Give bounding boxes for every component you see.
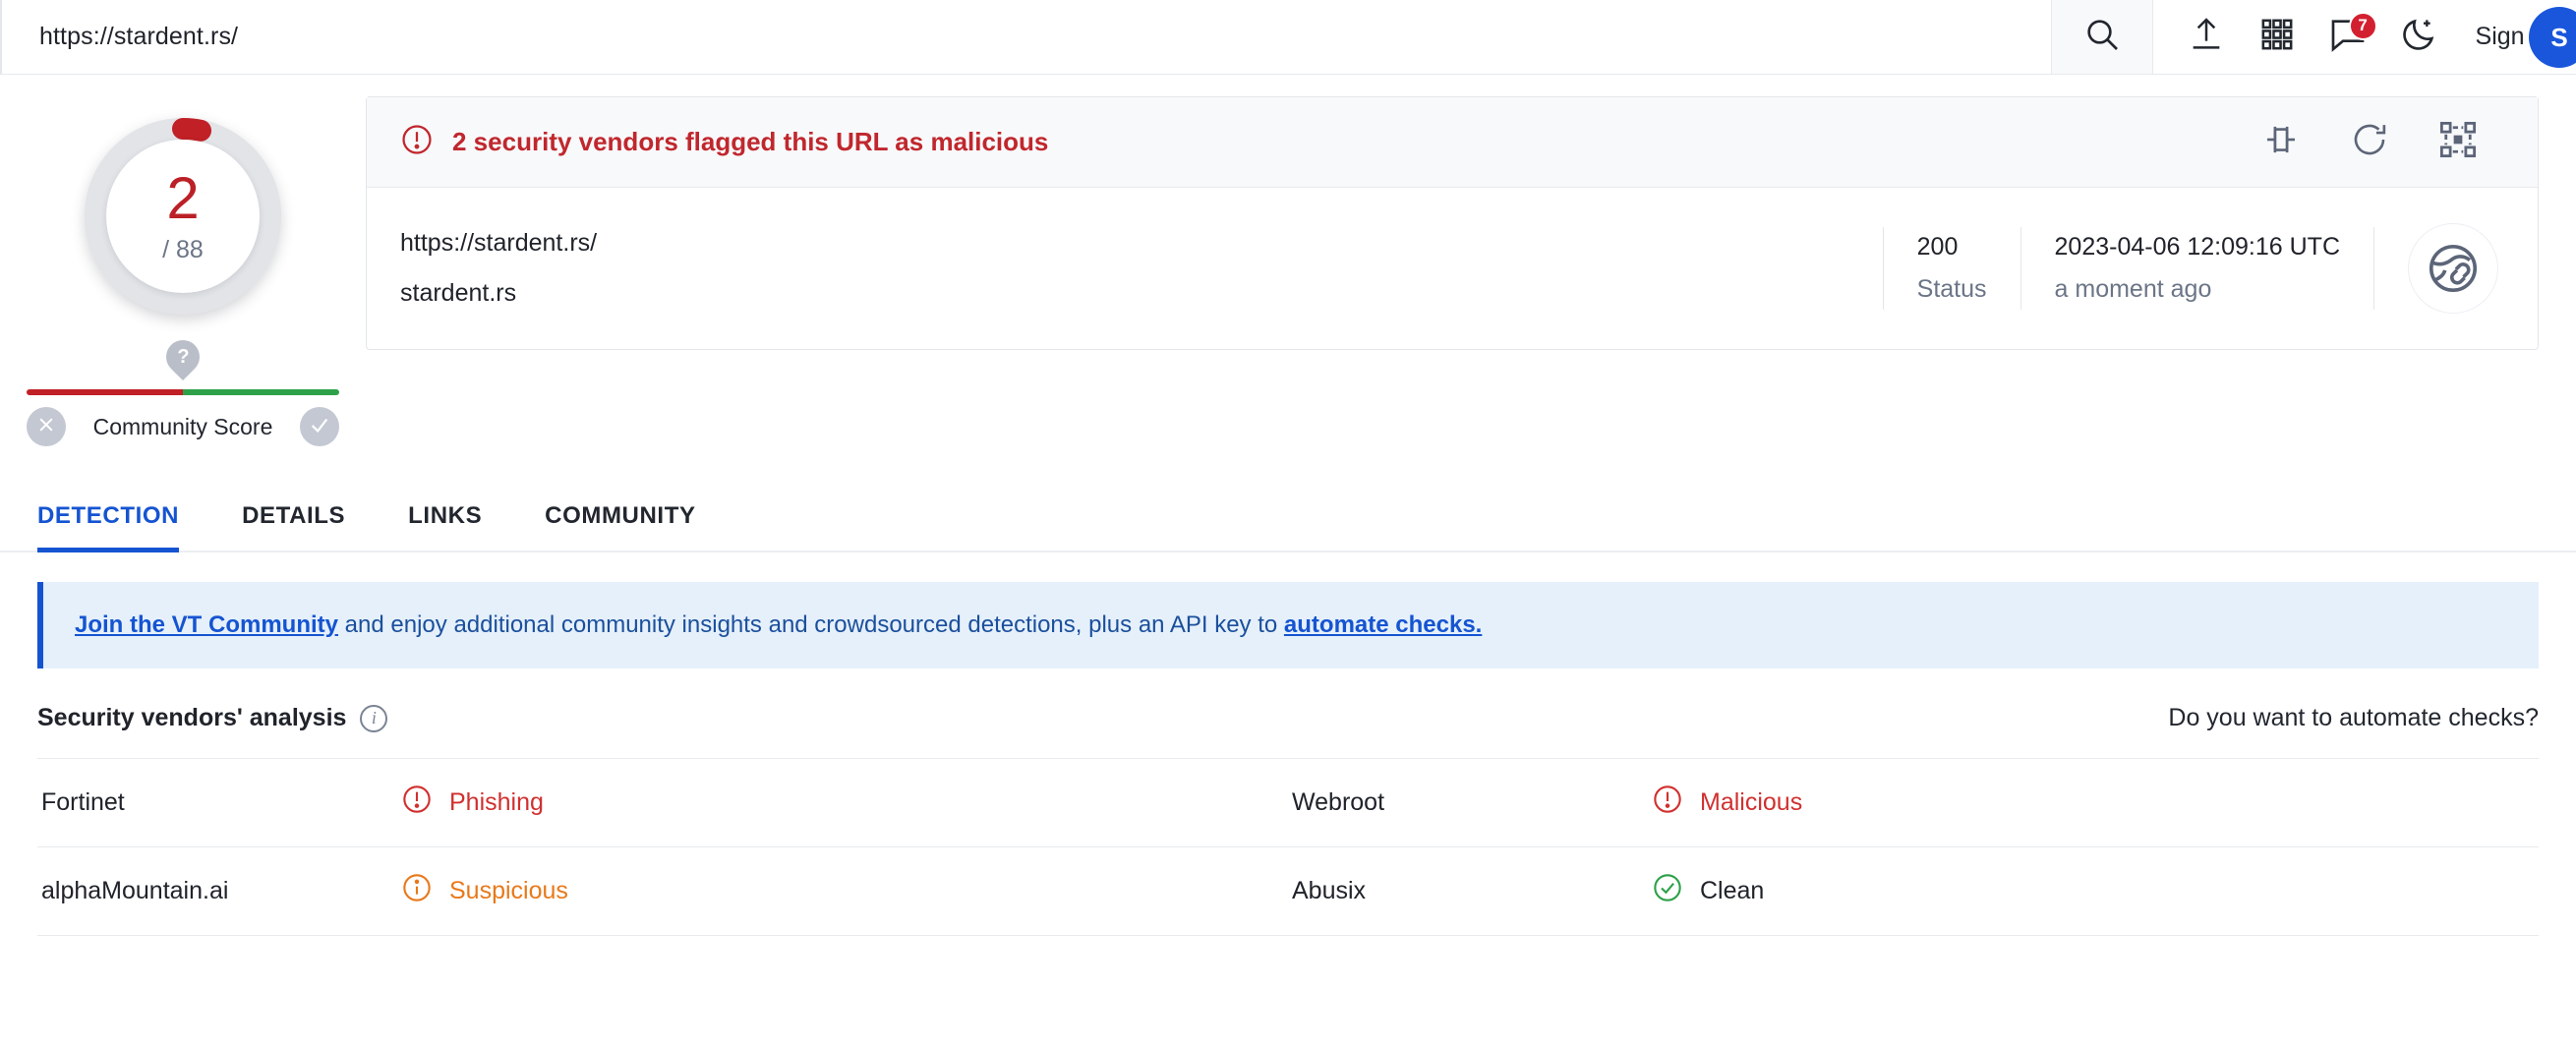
- automate-checks-link[interactable]: automate checks.: [1284, 611, 1482, 638]
- comments-badge: 7: [2348, 11, 2377, 40]
- upload-icon: [2187, 15, 2226, 59]
- url-info-block: https://stardent.rs/ stardent.rs: [367, 223, 1883, 314]
- vendor-name: Fortinet: [41, 788, 125, 816]
- vendor-cell: alphaMountain.ai Suspicious: [37, 872, 1288, 910]
- vendor-name: Abusix: [1292, 877, 1367, 904]
- community-score-negative: [27, 389, 183, 395]
- reanalyze-icon[interactable]: [2349, 119, 2390, 165]
- table-row: Fortinet Phishing Webroot Malicious: [37, 759, 2539, 847]
- vendor-result: Suspicious: [401, 872, 568, 910]
- scan-date-block: 2023-04-06 12:09:16 UTC a moment ago: [2021, 223, 2373, 314]
- host-value: stardent.rs: [400, 279, 517, 307]
- globe-link-icon: [2408, 223, 2498, 314]
- plugin-icon[interactable]: [2260, 119, 2302, 165]
- detection-total: / 88: [162, 235, 204, 263]
- question-mark-glyph: ?: [176, 345, 190, 368]
- upload-button[interactable]: [2171, 0, 2242, 75]
- tab-community[interactable]: COMMUNITY: [545, 502, 695, 552]
- tab-details[interactable]: DETAILS: [242, 502, 345, 552]
- check-icon: [309, 414, 330, 440]
- close-icon: [36, 415, 56, 439]
- automate-checks-text[interactable]: Do you want to automate checks?: [2168, 704, 2539, 732]
- scanned-url-text: https://stardent.rs/: [39, 23, 239, 50]
- info-circle-icon: [401, 872, 433, 910]
- url-summary-card: 2 security vendors flagged this URL as m…: [366, 96, 2539, 350]
- detection-score-panel: 2 / 88 ? Community Score: [0, 96, 366, 446]
- status-block: 200 Status: [1884, 223, 2020, 314]
- url-details-body: https://stardent.rs/ stardent.rs 200 Sta…: [367, 188, 2538, 349]
- vendor-result-text: Malicious: [1700, 788, 1803, 816]
- scan-date: 2023-04-06 12:09:16 UTC: [2054, 233, 2340, 261]
- status-code: 200: [1916, 233, 1959, 261]
- detection-gauge: 2 / 88: [85, 117, 281, 315]
- exclamation-circle-icon: [401, 784, 433, 822]
- vendor-result: Clean: [1652, 872, 1764, 910]
- verdict-group: 2 security vendors flagged this URL as m…: [400, 123, 2260, 161]
- tab-links[interactable]: LINKS: [408, 502, 482, 552]
- vendor-cell: Abusix Clean: [1288, 872, 2539, 910]
- graph-pivot-icon[interactable]: [2437, 119, 2479, 165]
- vendor-result-text: Phishing: [449, 788, 544, 816]
- join-community-banner: Join the VT Community and enjoy addition…: [37, 582, 2539, 668]
- info-circle-icon[interactable]: i: [360, 704, 388, 732]
- apps-grid-icon: [2260, 18, 2294, 56]
- community-score-positive: [183, 389, 339, 395]
- community-score-label: Community Score: [92, 413, 273, 439]
- vendor-name: alphaMountain.ai: [41, 877, 229, 904]
- vendors-header: Security vendors' analysis i Do you want…: [37, 668, 2539, 759]
- dark-mode-icon: [2399, 15, 2438, 59]
- tab-bar: DETECTION DETAILS LINKS COMMUNITY: [0, 480, 2576, 552]
- vendor-name: Webroot: [1292, 788, 1385, 816]
- community-score-bar: [27, 389, 339, 395]
- gauge-inner: 2 / 88: [106, 140, 260, 293]
- vendor-cell: Webroot Malicious: [1288, 784, 2539, 822]
- upvote-button[interactable]: [300, 407, 339, 446]
- vendor-result-text: Suspicious: [449, 877, 568, 904]
- community-score-pin: ?: [158, 332, 207, 381]
- card-action-group: [2260, 119, 2504, 165]
- detection-count: 2: [166, 164, 200, 231]
- check-circle-icon: [1652, 872, 1683, 910]
- exclamation-circle-icon: [400, 123, 434, 161]
- resource-type-block: [2374, 223, 2538, 314]
- vendor-result: Phishing: [401, 784, 544, 822]
- scan-relative-time: a moment ago: [2054, 275, 2212, 303]
- vendors-title: Security vendors' analysis: [37, 704, 347, 731]
- vendor-result-text: Clean: [1700, 877, 1765, 904]
- top-navigation-bar: https://stardent.rs/ 7 Sign in S: [0, 0, 2576, 75]
- page-content: 2 / 88 ? Community Score 2 security vend…: [0, 75, 2576, 446]
- downvote-button[interactable]: [27, 407, 66, 446]
- comments-button[interactable]: 7: [2313, 0, 2383, 75]
- community-score-row: Community Score: [27, 407, 339, 446]
- status-label: Status: [1916, 275, 1987, 303]
- nav-icon-group: 7 Sign in: [2153, 0, 2576, 75]
- join-vt-community-link[interactable]: Join the VT Community: [75, 611, 338, 638]
- verdict-header: 2 security vendors flagged this URL as m…: [367, 97, 2538, 188]
- apps-button[interactable]: [2242, 0, 2313, 75]
- url-display-zone: https://stardent.rs/: [0, 0, 2051, 74]
- exclamation-circle-icon: [1652, 784, 1683, 822]
- search-icon: [2082, 15, 2122, 59]
- tab-detection[interactable]: DETECTION: [37, 502, 180, 552]
- dark-mode-toggle[interactable]: [2383, 0, 2454, 75]
- vendor-cell: Fortinet Phishing: [37, 784, 1288, 822]
- vendor-result: Malicious: [1652, 784, 1802, 822]
- verdict-text: 2 security vendors flagged this URL as m…: [452, 127, 1049, 156]
- url-value: https://stardent.rs/: [400, 229, 598, 257]
- table-row: alphaMountain.ai Suspicious Abusix Clean: [37, 847, 2539, 936]
- security-vendors-section: Security vendors' analysis i Do you want…: [37, 668, 2539, 936]
- pin-shape: ?: [158, 332, 207, 381]
- search-button[interactable]: [2050, 0, 2153, 74]
- join-banner-middle-text: and enjoy additional community insights …: [338, 611, 1284, 638]
- url-summary-column: 2 security vendors flagged this URL as m…: [366, 96, 2576, 446]
